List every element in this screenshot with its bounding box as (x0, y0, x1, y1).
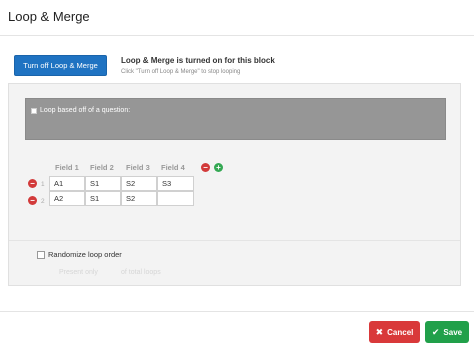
save-label: Save (443, 327, 463, 337)
table-cell[interactable]: A1 (49, 176, 85, 191)
table-cell[interactable]: S2 (121, 176, 157, 191)
dialog-header: Loop & Merge (0, 0, 474, 36)
total-loops-label: of total loops (121, 269, 161, 276)
table-cell[interactable]: A2 (49, 191, 85, 206)
field-header-2: Field 2 (90, 163, 114, 172)
remove-row-1-icon[interactable]: − (28, 179, 37, 188)
footer-divider (0, 311, 474, 312)
save-button[interactable]: ✔ Save (425, 321, 469, 343)
loop-question-checkbox[interactable] (31, 108, 37, 114)
turn-off-loop-merge-button[interactable]: Turn off Loop & Merge (14, 55, 107, 76)
randomize-checkbox[interactable] (37, 251, 45, 259)
table-cell[interactable]: S2 (121, 191, 157, 206)
remove-field-icon[interactable]: − (201, 163, 210, 172)
cancel-button[interactable]: ✖ Cancel (369, 321, 420, 343)
present-only-label: Present only (59, 269, 98, 276)
add-field-icon[interactable]: + (214, 163, 223, 172)
table-cell[interactable]: S1 (85, 191, 121, 206)
loop-question-label: Loop based off of a question: (40, 107, 131, 114)
field-header-1: Field 1 (55, 163, 79, 172)
randomize-label: Randomize loop order (48, 250, 122, 259)
remove-row-2-icon[interactable]: − (28, 196, 37, 205)
row-number: 2 (41, 198, 45, 205)
field-header-3: Field 3 (126, 163, 150, 172)
table-cell[interactable]: S3 (157, 176, 194, 191)
dialog-title: Loop & Merge (8, 9, 90, 24)
field-header-4: Field 4 (161, 163, 185, 172)
cancel-label: Cancel (387, 327, 414, 337)
loop-settings-panel: Loop based off of a question: Field 1 Fi… (8, 83, 461, 286)
table-cell[interactable]: S1 (85, 176, 121, 191)
check-icon: ✔ (431, 326, 440, 337)
loop-status-title: Loop & Merge is turned on for this block (121, 56, 275, 65)
row-number: 1 (41, 181, 45, 188)
x-icon: ✖ (375, 326, 384, 337)
panel-divider (9, 240, 460, 241)
table-cell[interactable] (157, 191, 194, 206)
loop-status-subtitle: Click "Turn off Loop & Merge" to stop lo… (121, 69, 241, 75)
question-loop-box: Loop based off of a question: (25, 98, 446, 140)
